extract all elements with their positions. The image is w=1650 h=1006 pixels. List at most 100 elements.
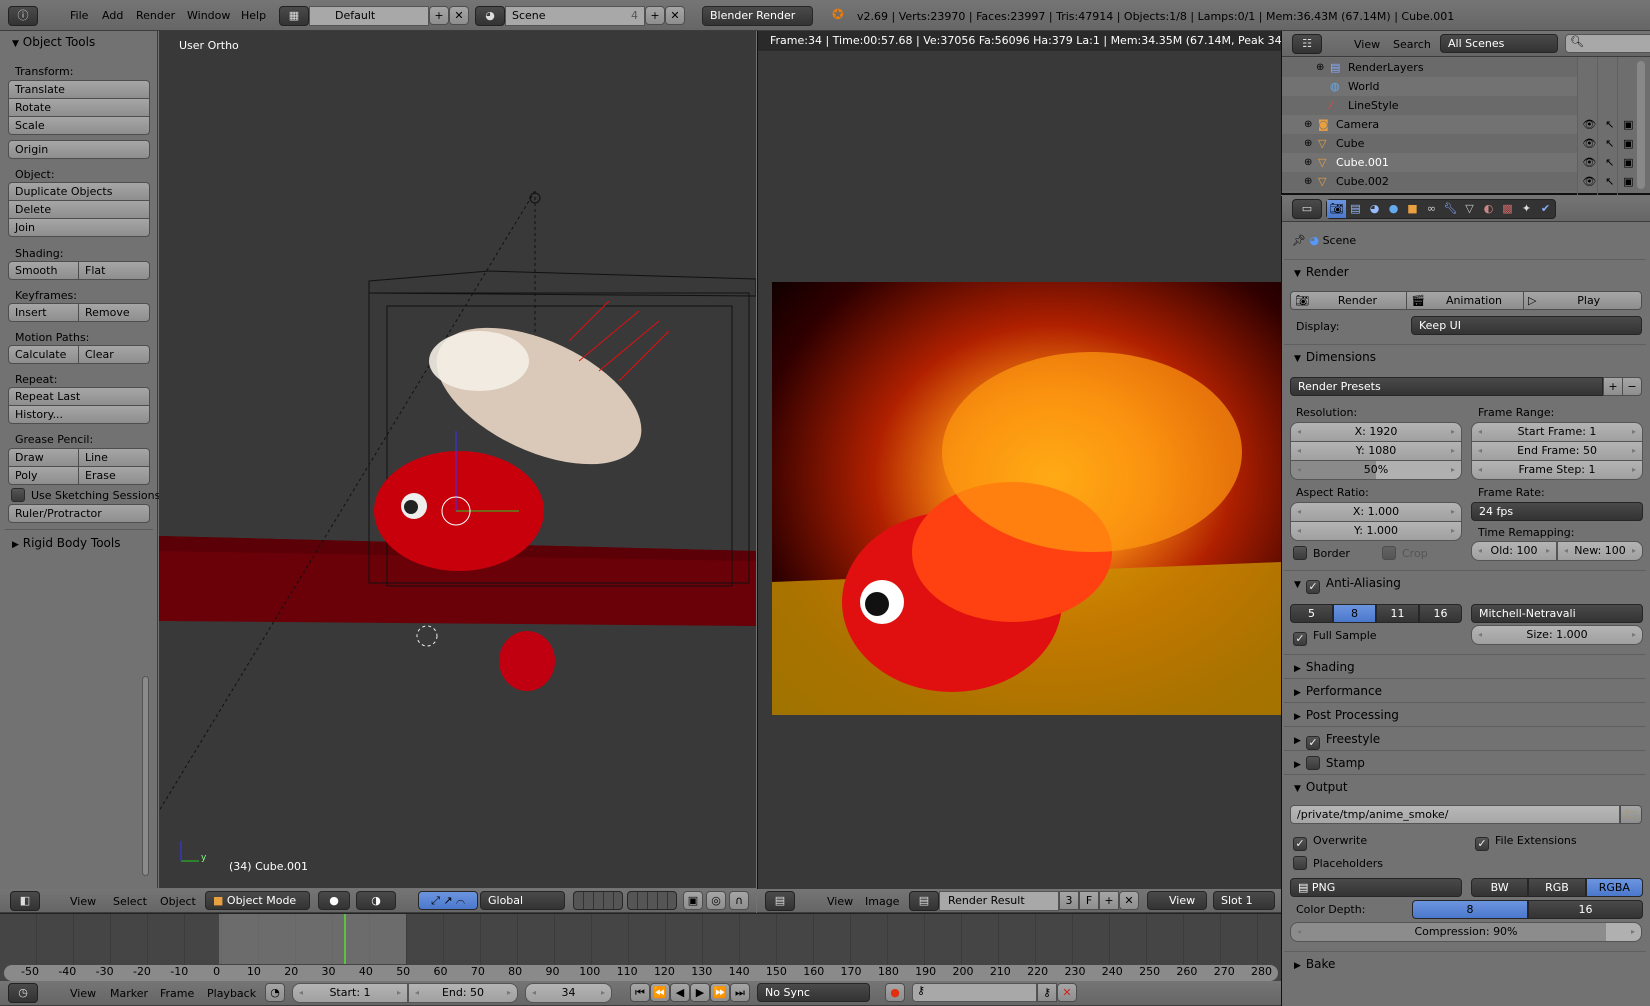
play-reverse-button[interactable]: ◀ xyxy=(670,983,690,1002)
layout-field[interactable]: Default xyxy=(309,6,429,26)
eye-icon[interactable]: 👁︎ xyxy=(1582,134,1596,153)
freestyle-checkbox[interactable]: ✓ xyxy=(1305,736,1320,750)
remap-new-field[interactable]: New: 100 xyxy=(1557,541,1643,561)
remove-preset-button[interactable]: − xyxy=(1622,377,1642,396)
shading-select[interactable]: ● xyxy=(318,891,350,910)
color-mode-bw[interactable]: BW xyxy=(1471,878,1529,897)
timeline-menu-playback[interactable]: Playback xyxy=(207,987,256,1000)
gp-poly-button[interactable]: Poly xyxy=(8,466,79,485)
layout-delete-button[interactable]: ✕ xyxy=(449,6,469,25)
frame-step-prop[interactable]: Frame Step: 1 xyxy=(1471,460,1643,480)
border-checkbox[interactable]: Border xyxy=(1293,546,1350,560)
smooth-button[interactable]: Smooth xyxy=(8,261,79,280)
anti-aliasing-panel-header[interactable]: ▼ ✓ Anti-Aliasing xyxy=(1284,570,1646,594)
expand-icon[interactable]: ⊕ xyxy=(1304,153,1312,172)
delete-button[interactable]: Delete xyxy=(8,200,150,219)
tab-render-icon[interactable]: 📷︎ xyxy=(1327,200,1346,218)
timeline-editor-icon[interactable]: ◷ xyxy=(8,983,38,1003)
tool-shelf-scrollbar[interactable] xyxy=(142,676,149,876)
tab-particles-icon[interactable]: ✦ xyxy=(1517,200,1536,218)
outliner-item[interactable]: ⊕ ▽ Cube.002 xyxy=(1282,172,1577,191)
file-extensions-checkbox[interactable]: ✓ File Extensions xyxy=(1475,834,1577,851)
filter-size-field[interactable]: Size: 1.000 xyxy=(1471,625,1643,645)
tab-object-icon[interactable]: ■ xyxy=(1403,200,1422,218)
fake-user-button[interactable]: F xyxy=(1079,891,1099,910)
timeline-menu-view[interactable]: View xyxy=(70,987,96,1000)
outliner-search-input[interactable]: 🔍︎ xyxy=(1565,34,1650,53)
keying-set-field[interactable]: ⚷ xyxy=(912,983,1037,1002)
performance-panel-header[interactable]: ▶ Performance xyxy=(1284,678,1646,702)
insert-keyframe-button[interactable]: Insert xyxy=(8,303,79,322)
tab-scene-icon[interactable]: ◕ xyxy=(1365,200,1384,218)
display-mode-select[interactable]: All Scenes xyxy=(1440,34,1558,53)
image-editor-icon[interactable]: ▤ xyxy=(765,891,795,911)
tab-material-icon[interactable]: ◐ xyxy=(1479,200,1498,218)
calculate-button[interactable]: Calculate xyxy=(8,345,79,364)
render-camera-icon[interactable]: ▣ xyxy=(1623,134,1633,153)
rigid-body-tools-header[interactable]: ▶ Rigid Body Tools xyxy=(12,536,120,550)
expand-icon[interactable]: ⊕ xyxy=(1304,172,1312,191)
image-menu-image[interactable]: Image xyxy=(865,895,899,908)
post-processing-panel-header[interactable]: ▶ Post Processing xyxy=(1284,702,1646,726)
aa-sample-16[interactable]: 16 xyxy=(1419,604,1462,623)
file-format-select[interactable]: ▤ PNG xyxy=(1290,878,1462,897)
outliner-item[interactable]: ⊕ ▽ Cube xyxy=(1282,134,1577,153)
scene-delete-button[interactable]: ✕ xyxy=(665,6,685,25)
current-frame-field[interactable]: 34 xyxy=(525,983,612,1003)
cursor-icon[interactable]: ↖ xyxy=(1605,115,1614,134)
stamp-checkbox[interactable] xyxy=(1305,756,1320,770)
color-mode-rgb[interactable]: RGB xyxy=(1528,878,1586,897)
delete-keyframe-icon[interactable]: ✕ xyxy=(1057,983,1077,1002)
image-browse-icon[interactable]: ▤ xyxy=(909,891,939,911)
tab-modifiers-icon[interactable]: 🔧︎ xyxy=(1441,200,1460,218)
tab-world-icon[interactable]: ● xyxy=(1384,200,1403,218)
sync-select[interactable]: No Sync xyxy=(757,983,870,1002)
resolution-percentage-slider[interactable]: 50% xyxy=(1290,460,1462,480)
jump-start-button[interactable]: ⏮ xyxy=(630,983,650,1002)
freestyle-panel-header[interactable]: ▶ ✓ Freestyle xyxy=(1284,726,1646,750)
proportional-edit-button[interactable]: ◎ xyxy=(706,891,726,910)
compression-slider[interactable]: Compression: 90% xyxy=(1290,922,1642,942)
remap-old-field[interactable]: Old: 100 xyxy=(1471,541,1557,561)
clear-button[interactable]: Clear xyxy=(78,345,150,364)
view-select[interactable]: View xyxy=(1147,891,1207,910)
display-select[interactable]: Keep UI xyxy=(1411,316,1642,335)
end-frame-field[interactable]: End: 50 xyxy=(408,983,518,1003)
start-frame-prop[interactable]: Start Frame: 1 xyxy=(1471,422,1643,442)
cursor-icon[interactable]: ↖ xyxy=(1605,153,1614,172)
layers-grid-2[interactable] xyxy=(627,891,677,910)
render-camera-icon[interactable]: ▣ xyxy=(1623,115,1633,134)
properties-editor-icon[interactable]: ▭ xyxy=(1292,199,1322,219)
3d-viewport[interactable]: User Ortho y (34) Cube.001 xyxy=(159,31,756,888)
render-camera-icon[interactable]: ▣ xyxy=(1623,172,1633,191)
aa-filter-select[interactable]: Mitchell-Netravali xyxy=(1471,604,1643,623)
shading-panel-header[interactable]: ▶ Shading xyxy=(1284,654,1646,678)
expand-icon[interactable]: ⊕ xyxy=(1304,115,1312,134)
eye-icon[interactable]: 👁︎ xyxy=(1582,172,1596,191)
viewport-menu-view[interactable]: View xyxy=(70,895,96,908)
outliner-scrollbar[interactable] xyxy=(1637,61,1645,189)
layout-icon[interactable]: ▦ xyxy=(279,6,309,26)
viewport-menu-select[interactable]: Select xyxy=(113,895,147,908)
3d-view-editor-icon[interactable]: ◧ xyxy=(10,891,40,911)
preview-range-toggle[interactable]: ◔ xyxy=(265,983,285,1002)
outliner-item[interactable]: ⊕ ▤ RenderLayers xyxy=(1282,58,1577,77)
timeline-ruler[interactable]: -50 -40 -30 -20 -10 0 10 20 30 40 50 60 70 80 90 100 110… xyxy=(4,965,1278,981)
menu-add[interactable]: Add xyxy=(102,9,123,22)
outliner-item[interactable]: ◍ World xyxy=(1282,77,1577,96)
aspect-y-field[interactable]: Y: 1.000 xyxy=(1290,521,1462,541)
viewport-menu-object[interactable]: Object xyxy=(160,895,196,908)
expand-icon[interactable]: ⊕ xyxy=(1304,134,1312,153)
color-depth-16[interactable]: 16 xyxy=(1528,900,1643,919)
end-frame-prop[interactable]: End Frame: 50 xyxy=(1471,441,1643,461)
tab-physics-icon[interactable]: ✔ xyxy=(1536,200,1555,218)
menu-window[interactable]: Window xyxy=(187,9,230,22)
image-editor[interactable]: Frame:34 | Time:00:57.68 | Ve:37056 Fa:5… xyxy=(757,31,1281,889)
tab-texture-icon[interactable]: ▩ xyxy=(1498,200,1517,218)
translate-button[interactable]: Translate xyxy=(8,80,150,99)
outliner-item[interactable]: ⊕ ◙ Camera xyxy=(1282,115,1577,134)
output-panel-header[interactable]: ▼ Output xyxy=(1284,774,1646,798)
insert-keyframe-icon[interactable]: ⚷ xyxy=(1037,983,1057,1002)
unlink-image-button[interactable]: ✕ xyxy=(1119,891,1139,910)
output-path-input[interactable]: /private/tmp/anime_smoke/ xyxy=(1290,805,1620,824)
